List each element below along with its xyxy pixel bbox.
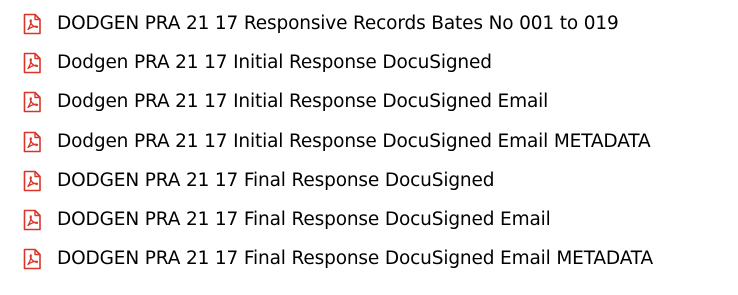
file-item[interactable]: Dodgen PRA 21 17 Initial Response DocuSi… [0,83,738,121]
file-name: Dodgen PRA 21 17 Initial Response DocuSi… [57,52,492,73]
file-item[interactable]: Dodgen PRA 21 17 Initial Response DocuSi… [0,123,738,161]
file-item[interactable]: DODGEN PRA 21 17 Responsive Records Bate… [0,5,738,43]
file-item[interactable]: DODGEN PRA 21 17 Final Response DocuSign… [0,240,738,278]
file-name: DODGEN PRA 21 17 Final Response DocuSign… [57,170,495,191]
pdf-file-icon [23,91,41,113]
file-name: DODGEN PRA 21 17 Final Response DocuSign… [57,209,551,230]
file-item[interactable]: DODGEN PRA 21 17 Final Response DocuSign… [0,201,738,239]
pdf-file-icon [23,209,41,231]
file-name: Dodgen PRA 21 17 Initial Response DocuSi… [57,91,549,112]
pdf-file-icon [23,170,41,192]
file-name: Dodgen PRA 21 17 Initial Response DocuSi… [57,131,651,152]
file-item[interactable]: DODGEN PRA 21 17 Final Response DocuSign… [0,162,738,200]
file-item[interactable]: Dodgen PRA 21 17 Initial Response DocuSi… [0,44,738,82]
pdf-file-icon [23,52,41,74]
file-list: DODGEN PRA 21 17 Responsive Records Bate… [0,0,738,295]
file-name: DODGEN PRA 21 17 Final Response DocuSign… [57,248,653,269]
pdf-file-icon [23,13,41,35]
file-name: DODGEN PRA 21 17 Responsive Records Bate… [57,13,619,34]
pdf-file-icon [23,131,41,153]
pdf-file-icon [23,248,41,270]
